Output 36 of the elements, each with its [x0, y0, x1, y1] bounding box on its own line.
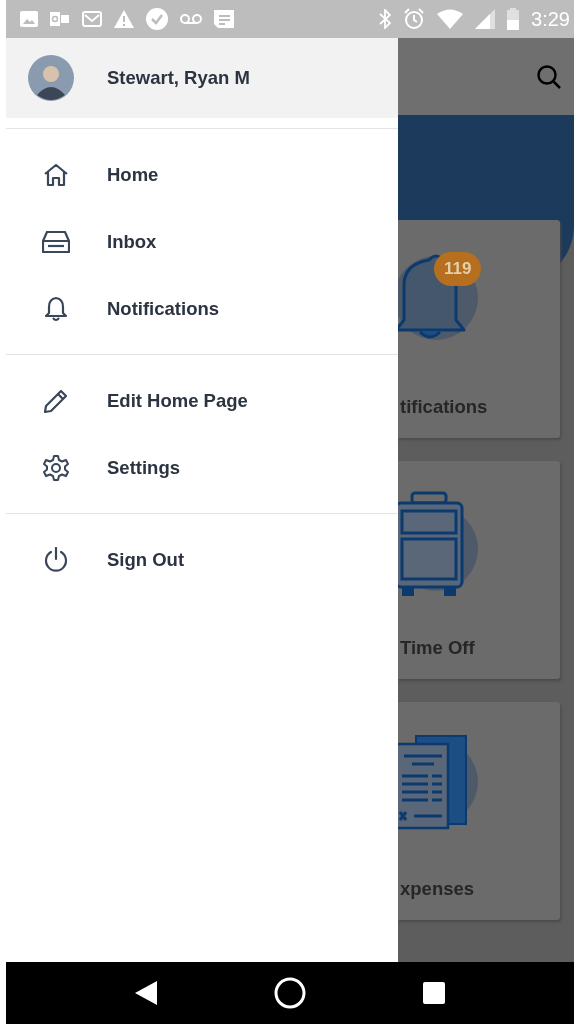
home-icon [42, 162, 70, 187]
power-icon [42, 546, 70, 573]
battery-icon [507, 8, 520, 30]
avatar-icon [28, 55, 74, 101]
recent-apps-icon[interactable] [423, 982, 446, 1004]
inbox-icon [42, 230, 70, 253]
mail-app-notification-icon [50, 11, 70, 27]
search-icon[interactable] [536, 63, 562, 90]
tile-label: Time Off [399, 637, 476, 659]
wifi-icon [437, 9, 464, 29]
back-icon[interactable] [134, 981, 157, 1005]
menu-item[interactable]: Home [6, 141, 398, 208]
clock-time: 3:29 [531, 7, 570, 31]
menu-item[interactable]: Edit Home Page [6, 367, 398, 434]
user-name: Stewart, Ryan M [107, 67, 250, 89]
alarm-clock-icon [403, 8, 426, 30]
pencil-icon [42, 387, 70, 414]
tile-label: xpenses [399, 878, 476, 900]
mail-notification-icon [82, 11, 102, 27]
warning-icon [114, 10, 134, 28]
menu-item[interactable]: Inbox [6, 208, 398, 275]
bell-icon [42, 295, 70, 322]
settings-icon [42, 453, 70, 482]
check-circle-icon [146, 8, 168, 30]
count-badge: 119 [434, 252, 482, 286]
menu-item[interactable]: Settings [6, 434, 398, 501]
voicemail-icon [180, 13, 202, 25]
message-notification-icon [214, 10, 234, 28]
receipt-icon [398, 732, 478, 832]
menu-item[interactable]: Sign Out [6, 526, 398, 593]
image-notification-icon [20, 11, 38, 27]
tile-label: tifications [399, 396, 489, 418]
bluetooth-icon [379, 9, 392, 29]
cell-signal-icon [475, 9, 496, 29]
menu-item[interactable]: Notifications [6, 275, 398, 342]
home-button-icon[interactable] [274, 977, 306, 1009]
